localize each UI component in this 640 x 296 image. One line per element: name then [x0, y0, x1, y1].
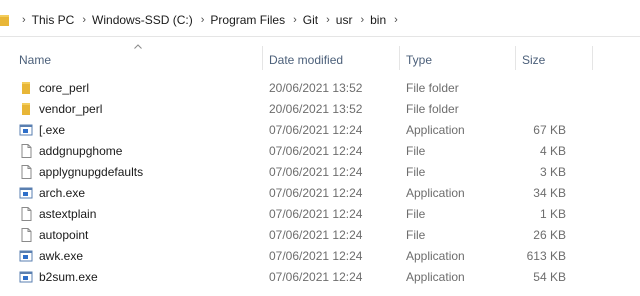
file-row[interactable]: applygnupgdefaults 07/06/2021 12:24 File 3 … [0, 162, 640, 183]
file-type: Application [406, 270, 465, 284]
file-date-modified: 20/06/2021 13:52 [269, 102, 363, 116]
file-date-modified: 07/06/2021 12:24 [269, 270, 363, 284]
file-name: [.exe [39, 123, 66, 137]
breadcrumb-drive[interactable]: Windows-SSD (C:) [92, 13, 193, 27]
chevron-right-icon[interactable]: › [201, 14, 205, 26]
folder-icon [22, 82, 30, 94]
file-row[interactable]: autopoint 07/06/2021 12:24 File 26 KB [0, 225, 640, 246]
file-type: File folder [406, 102, 459, 116]
file-name: vendor_perl [39, 102, 103, 116]
file-row[interactable]: b2sum.exe 07/06/2021 12:24 Application 54 K… [0, 267, 640, 288]
file-size: 26 KB [533, 228, 566, 242]
breadcrumb-program-files[interactable]: Program Files [210, 13, 285, 27]
application-icon [19, 187, 33, 199]
column-divider[interactable] [515, 46, 516, 70]
file-date-modified: 07/06/2021 12:24 [269, 228, 363, 242]
file-row[interactable]: astextplain 07/06/2021 12:24 File 1 KB [0, 204, 640, 225]
file-date-modified: 07/06/2021 12:24 [269, 207, 363, 221]
file-size: 4 KB [539, 144, 566, 158]
application-icon [19, 250, 33, 262]
column-header: Name Date modified Type Size [0, 36, 640, 78]
breadcrumb-usr[interactable]: usr [336, 13, 353, 27]
file-name: applygnupgdefaults [39, 165, 144, 179]
folder-icon [22, 103, 30, 115]
chevron-right-icon[interactable]: › [326, 14, 330, 26]
file-type: File [406, 228, 426, 242]
file-row[interactable]: vendor_perl 20/06/2021 13:52 File folder [0, 99, 640, 120]
breadcrumb-this-pc[interactable]: This PC [32, 13, 75, 27]
breadcrumb: › This PC › Windows-SSD (C:) › Program F… [14, 12, 404, 28]
chevron-right-icon[interactable]: › [22, 14, 26, 26]
file-size: 1 KB [539, 207, 566, 221]
file-date-modified: 07/06/2021 12:24 [269, 186, 363, 200]
file-icon [21, 228, 32, 242]
chevron-right-icon[interactable]: › [293, 14, 297, 26]
file-row[interactable]: addgnupghome 07/06/2021 12:24 File 4 KB [0, 141, 640, 162]
file-type: Application [406, 249, 465, 263]
application-icon [19, 271, 33, 283]
file-icon [21, 165, 32, 179]
file-size: 613 KB [526, 249, 566, 263]
file-date-modified: 07/06/2021 12:24 [269, 123, 363, 137]
file-name: addgnupghome [39, 144, 123, 158]
file-icon [21, 207, 32, 221]
file-name: core_perl [39, 81, 90, 95]
column-name-header[interactable]: Name [19, 53, 51, 67]
file-name: b2sum.exe [39, 270, 98, 284]
application-icon [19, 124, 33, 136]
breadcrumb-git[interactable]: Git [303, 13, 318, 27]
folder-icon [0, 15, 9, 26]
file-type: Application [406, 123, 465, 137]
chevron-right-icon[interactable]: › [394, 14, 398, 26]
file-name: arch.exe [39, 186, 86, 200]
file-icon [21, 144, 32, 158]
file-size: 67 KB [533, 123, 566, 137]
chevron-right-icon[interactable]: › [82, 14, 86, 26]
file-date-modified: 07/06/2021 12:24 [269, 249, 363, 263]
file-name: awk.exe [39, 249, 84, 263]
file-type: File [406, 207, 426, 221]
file-size: 54 KB [533, 270, 566, 284]
column-divider[interactable] [262, 46, 263, 70]
sort-ascending-icon [134, 44, 142, 49]
breadcrumb-bin[interactable]: bin [370, 13, 386, 27]
column-date-header[interactable]: Date modified [269, 53, 343, 67]
column-divider[interactable] [592, 46, 593, 70]
file-row[interactable]: arch.exe 07/06/2021 12:24 Application 34 KB [0, 183, 640, 204]
column-divider[interactable] [399, 46, 400, 70]
column-type-header[interactable]: Type [406, 53, 432, 67]
file-name: autopoint [39, 228, 89, 242]
file-row[interactable]: core_perl 20/06/2021 13:52 File folder [0, 78, 640, 99]
file-type: Application [406, 186, 465, 200]
file-row[interactable]: awk.exe 07/06/2021 12:24 Application 613 KB [0, 246, 640, 267]
file-size: 34 KB [533, 186, 566, 200]
file-type: File folder [406, 81, 459, 95]
chevron-right-icon[interactable]: › [360, 14, 364, 26]
file-type: File [406, 144, 426, 158]
file-size: 3 KB [539, 165, 566, 179]
file-date-modified: 07/06/2021 12:24 [269, 144, 363, 158]
file-date-modified: 20/06/2021 13:52 [269, 81, 363, 95]
file-row[interactable]: [.exe 07/06/2021 12:24 Application 67 KB [0, 120, 640, 141]
file-type: File [406, 165, 426, 179]
file-name: astextplain [39, 207, 97, 221]
address-bar[interactable]: › This PC › Windows-SSD (C:) › Program F… [0, 0, 640, 37]
file-date-modified: 07/06/2021 12:24 [269, 165, 363, 179]
column-size-header[interactable]: Size [522, 53, 545, 67]
